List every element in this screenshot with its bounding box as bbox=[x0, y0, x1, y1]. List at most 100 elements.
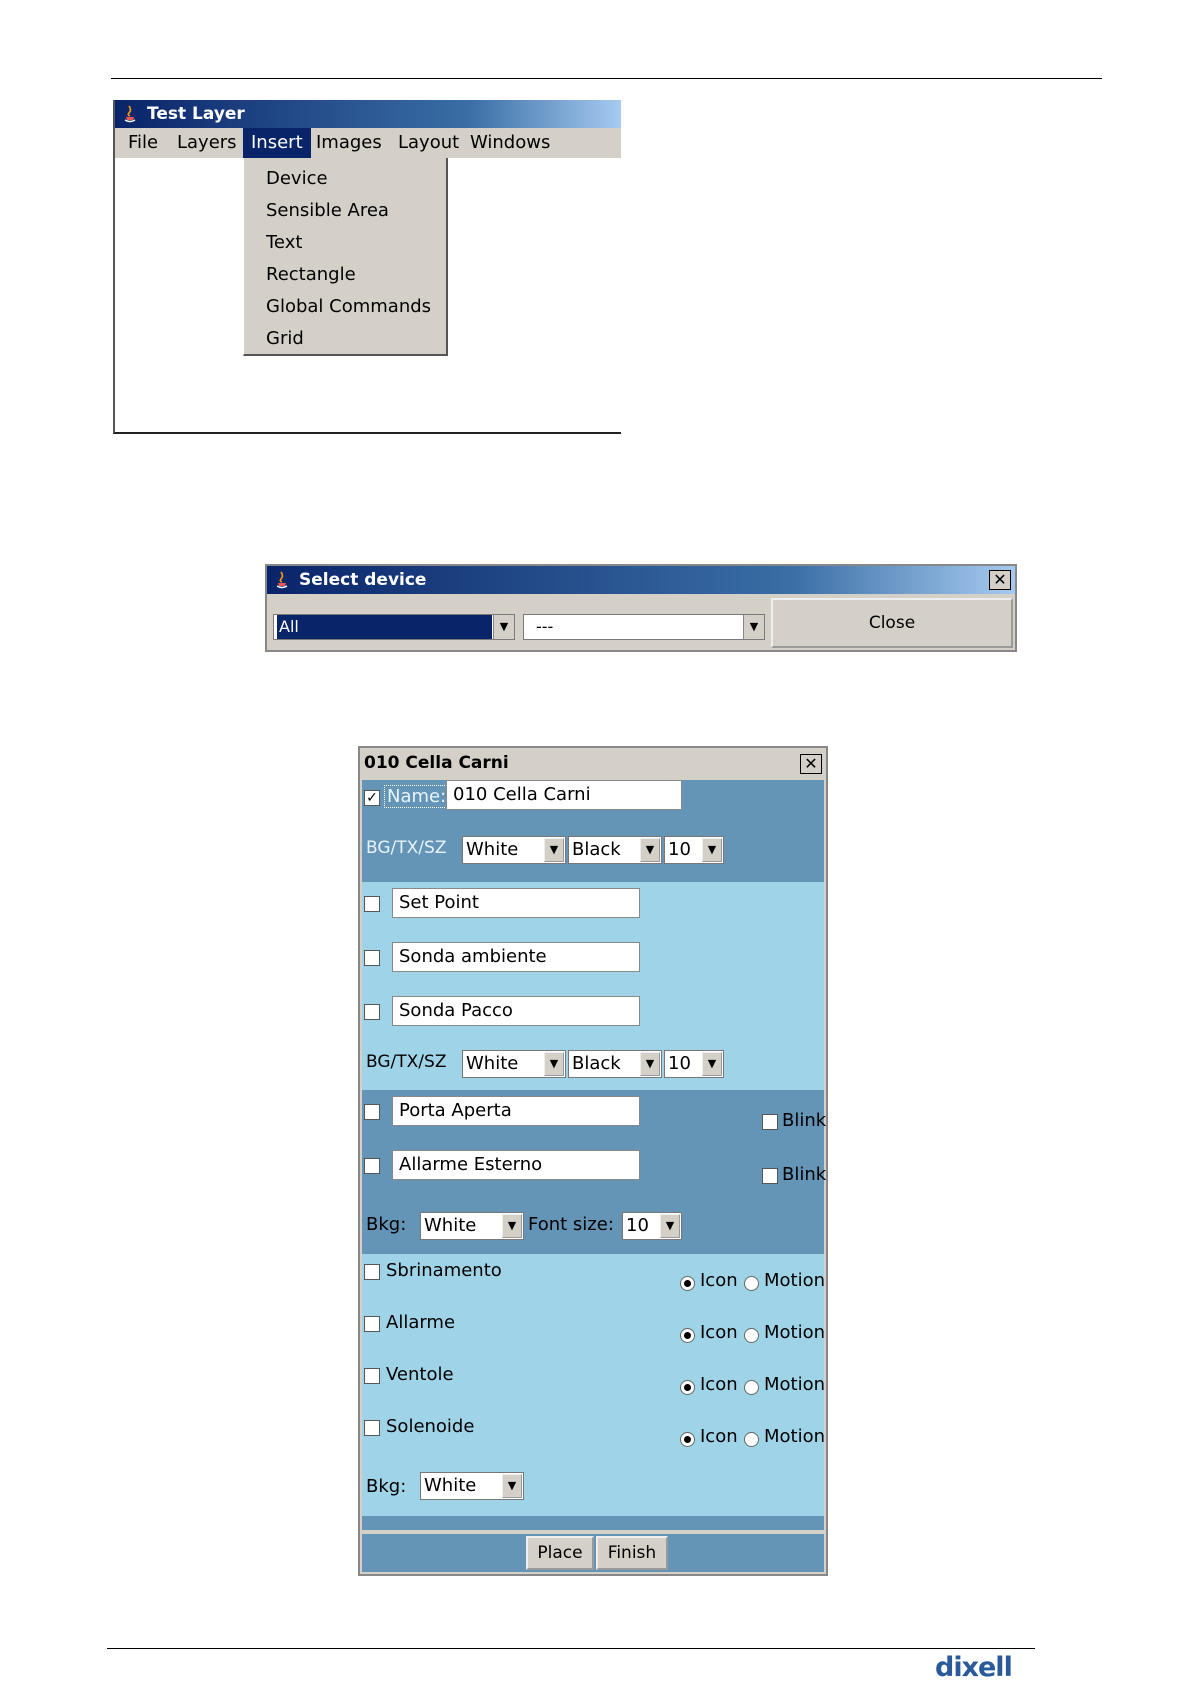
motion-label: Motion bbox=[764, 1322, 826, 1343]
sonda-pacco-checkbox[interactable] bbox=[364, 1004, 380, 1020]
size-select[interactable]: 10 ▼ bbox=[664, 836, 724, 864]
finish-button[interactable]: Finish bbox=[596, 1536, 668, 1570]
text-color-select[interactable]: Black ▼ bbox=[568, 836, 662, 864]
alarms-section: Porta Aperta Blink Allarme Esterno Blink… bbox=[362, 1090, 827, 1254]
menu-bar: File Layers Insert Images Layout Windows bbox=[115, 128, 621, 158]
sbrinamento-checkbox[interactable] bbox=[364, 1264, 380, 1280]
chevron-down-icon[interactable]: ▼ bbox=[544, 1052, 564, 1076]
name-checkbox[interactable]: ✓ bbox=[364, 790, 380, 806]
blink-label: Blink bbox=[782, 1164, 827, 1185]
window-title: 010 Cella Carni bbox=[364, 753, 509, 773]
chevron-down-icon[interactable]: ▼ bbox=[502, 1474, 522, 1498]
menu-item-text[interactable]: Text bbox=[266, 232, 302, 253]
font-size-select[interactable]: 10 ▼ bbox=[622, 1212, 682, 1240]
chevron-down-icon[interactable]: ▼ bbox=[640, 1052, 660, 1076]
menu-images[interactable]: Images bbox=[308, 128, 390, 158]
solenoide-checkbox[interactable] bbox=[364, 1420, 380, 1436]
bg-color-select[interactable]: White ▼ bbox=[462, 1050, 566, 1078]
menu-layers[interactable]: Layers bbox=[169, 128, 245, 158]
select-value: --- bbox=[536, 617, 554, 636]
chevron-down-icon[interactable]: ▼ bbox=[544, 838, 564, 862]
select-value: Black bbox=[572, 1053, 621, 1074]
motion-radio[interactable] bbox=[744, 1432, 759, 1447]
menu-item-rectangle[interactable]: Rectangle bbox=[266, 264, 356, 285]
select-value: White bbox=[424, 1215, 477, 1236]
select-value: 10 bbox=[626, 1215, 649, 1236]
bkg-select[interactable]: White ▼ bbox=[420, 1472, 524, 1500]
allarme-esterno-field[interactable]: Allarme Esterno bbox=[392, 1150, 640, 1180]
select-value: White bbox=[466, 1053, 519, 1074]
chevron-down-icon[interactable]: ▼ bbox=[743, 615, 764, 639]
sonda-ambiente-field[interactable]: Sonda ambiente bbox=[392, 942, 640, 972]
chevron-down-icon[interactable]: ▼ bbox=[502, 1214, 522, 1238]
menu-item-device[interactable]: Device bbox=[266, 168, 328, 189]
chevron-down-icon[interactable]: ▼ bbox=[660, 1214, 680, 1238]
menu-windows[interactable]: Windows bbox=[462, 128, 558, 158]
svg-text:dixell: dixell bbox=[935, 1652, 1012, 1680]
bkg-select[interactable]: White ▼ bbox=[420, 1212, 524, 1240]
sonda-pacco-field[interactable]: Sonda Pacco bbox=[392, 996, 640, 1026]
icon-radio[interactable] bbox=[680, 1432, 695, 1447]
bkg-label: Bkg: bbox=[366, 1476, 407, 1497]
allarme-label: Allarme bbox=[386, 1312, 456, 1333]
java-icon bbox=[276, 571, 288, 589]
window-title: Select device bbox=[299, 570, 427, 590]
icon-radio[interactable] bbox=[680, 1328, 695, 1343]
header-rule bbox=[111, 78, 1102, 79]
chevron-down-icon[interactable]: ▼ bbox=[493, 615, 514, 639]
motion-radio[interactable] bbox=[744, 1380, 759, 1395]
set-point-checkbox[interactable] bbox=[364, 896, 380, 912]
font-size-label: Font size: bbox=[528, 1214, 614, 1235]
device-select[interactable]: --- ▼ bbox=[523, 614, 765, 640]
name-field[interactable]: 010 Cella Carni bbox=[446, 780, 682, 810]
solenoide-label: Solenoide bbox=[386, 1416, 475, 1437]
size-select[interactable]: 10 ▼ bbox=[664, 1050, 724, 1078]
bg-color-select[interactable]: White ▼ bbox=[462, 836, 566, 864]
bkg-label: Bkg: bbox=[366, 1214, 407, 1235]
title-bar: 010 Cella Carni bbox=[360, 748, 826, 778]
chevron-down-icon[interactable]: ▼ bbox=[702, 838, 722, 862]
porta-aperta-field[interactable]: Porta Aperta bbox=[392, 1096, 640, 1126]
name-section: ✓ Name: 010 Cella Carni BG/TX/SZ White ▼ … bbox=[362, 780, 824, 882]
blink-checkbox[interactable] bbox=[762, 1114, 778, 1130]
sonda-ambiente-checkbox[interactable] bbox=[364, 950, 380, 966]
place-button[interactable]: Place bbox=[526, 1536, 594, 1570]
allarme-esterno-checkbox[interactable] bbox=[364, 1158, 380, 1174]
motion-radio[interactable] bbox=[744, 1328, 759, 1343]
dixell-logo: dixell bbox=[935, 1652, 1013, 1680]
close-icon[interactable]: ✕ bbox=[800, 754, 822, 774]
icon-radio[interactable] bbox=[680, 1276, 695, 1291]
text-color-select[interactable]: Black ▼ bbox=[568, 1050, 662, 1078]
icon-label: Icon bbox=[700, 1270, 738, 1291]
menu-layout[interactable]: Layout bbox=[390, 128, 467, 158]
close-button[interactable]: Close bbox=[771, 598, 1013, 648]
menu-item-sensible-area[interactable]: Sensible Area bbox=[266, 200, 389, 221]
icon-label: Icon bbox=[700, 1322, 738, 1343]
menu-insert[interactable]: Insert bbox=[243, 128, 311, 158]
chevron-down-icon[interactable]: ▼ bbox=[640, 838, 660, 862]
menu-file[interactable]: File bbox=[120, 128, 166, 158]
device-filter-select[interactable]: All ▼ bbox=[273, 614, 515, 640]
menu-item-grid[interactable]: Grid bbox=[266, 328, 304, 349]
ventole-checkbox[interactable] bbox=[364, 1368, 380, 1384]
window-title: Test Layer bbox=[147, 104, 245, 124]
select-value: All bbox=[277, 615, 492, 639]
porta-aperta-checkbox[interactable] bbox=[364, 1104, 380, 1120]
title-bar: Test Layer bbox=[115, 100, 621, 128]
icon-radio[interactable] bbox=[680, 1380, 695, 1395]
close-icon[interactable]: ✕ bbox=[989, 570, 1011, 590]
bgtxsz-label: BG/TX/SZ bbox=[366, 1052, 447, 1072]
values-section: Set Point Sonda ambiente Sonda Pacco BG/… bbox=[362, 882, 824, 1090]
set-point-field[interactable]: Set Point bbox=[392, 888, 640, 918]
icon-label: Icon bbox=[700, 1426, 738, 1447]
chevron-down-icon[interactable]: ▼ bbox=[702, 1052, 722, 1076]
motion-label: Motion bbox=[764, 1374, 826, 1395]
motion-radio[interactable] bbox=[744, 1276, 759, 1291]
blink-checkbox[interactable] bbox=[762, 1168, 778, 1184]
allarme-checkbox[interactable] bbox=[364, 1316, 380, 1332]
java-icon bbox=[124, 105, 136, 123]
menu-item-global-commands[interactable]: Global Commands bbox=[266, 296, 431, 317]
motion-label: Motion bbox=[764, 1270, 826, 1291]
select-value: 10 bbox=[668, 839, 691, 860]
device-config-window: 010 Cella Carni ✕ ✓ Name: 010 Cella Carn… bbox=[358, 746, 828, 1576]
